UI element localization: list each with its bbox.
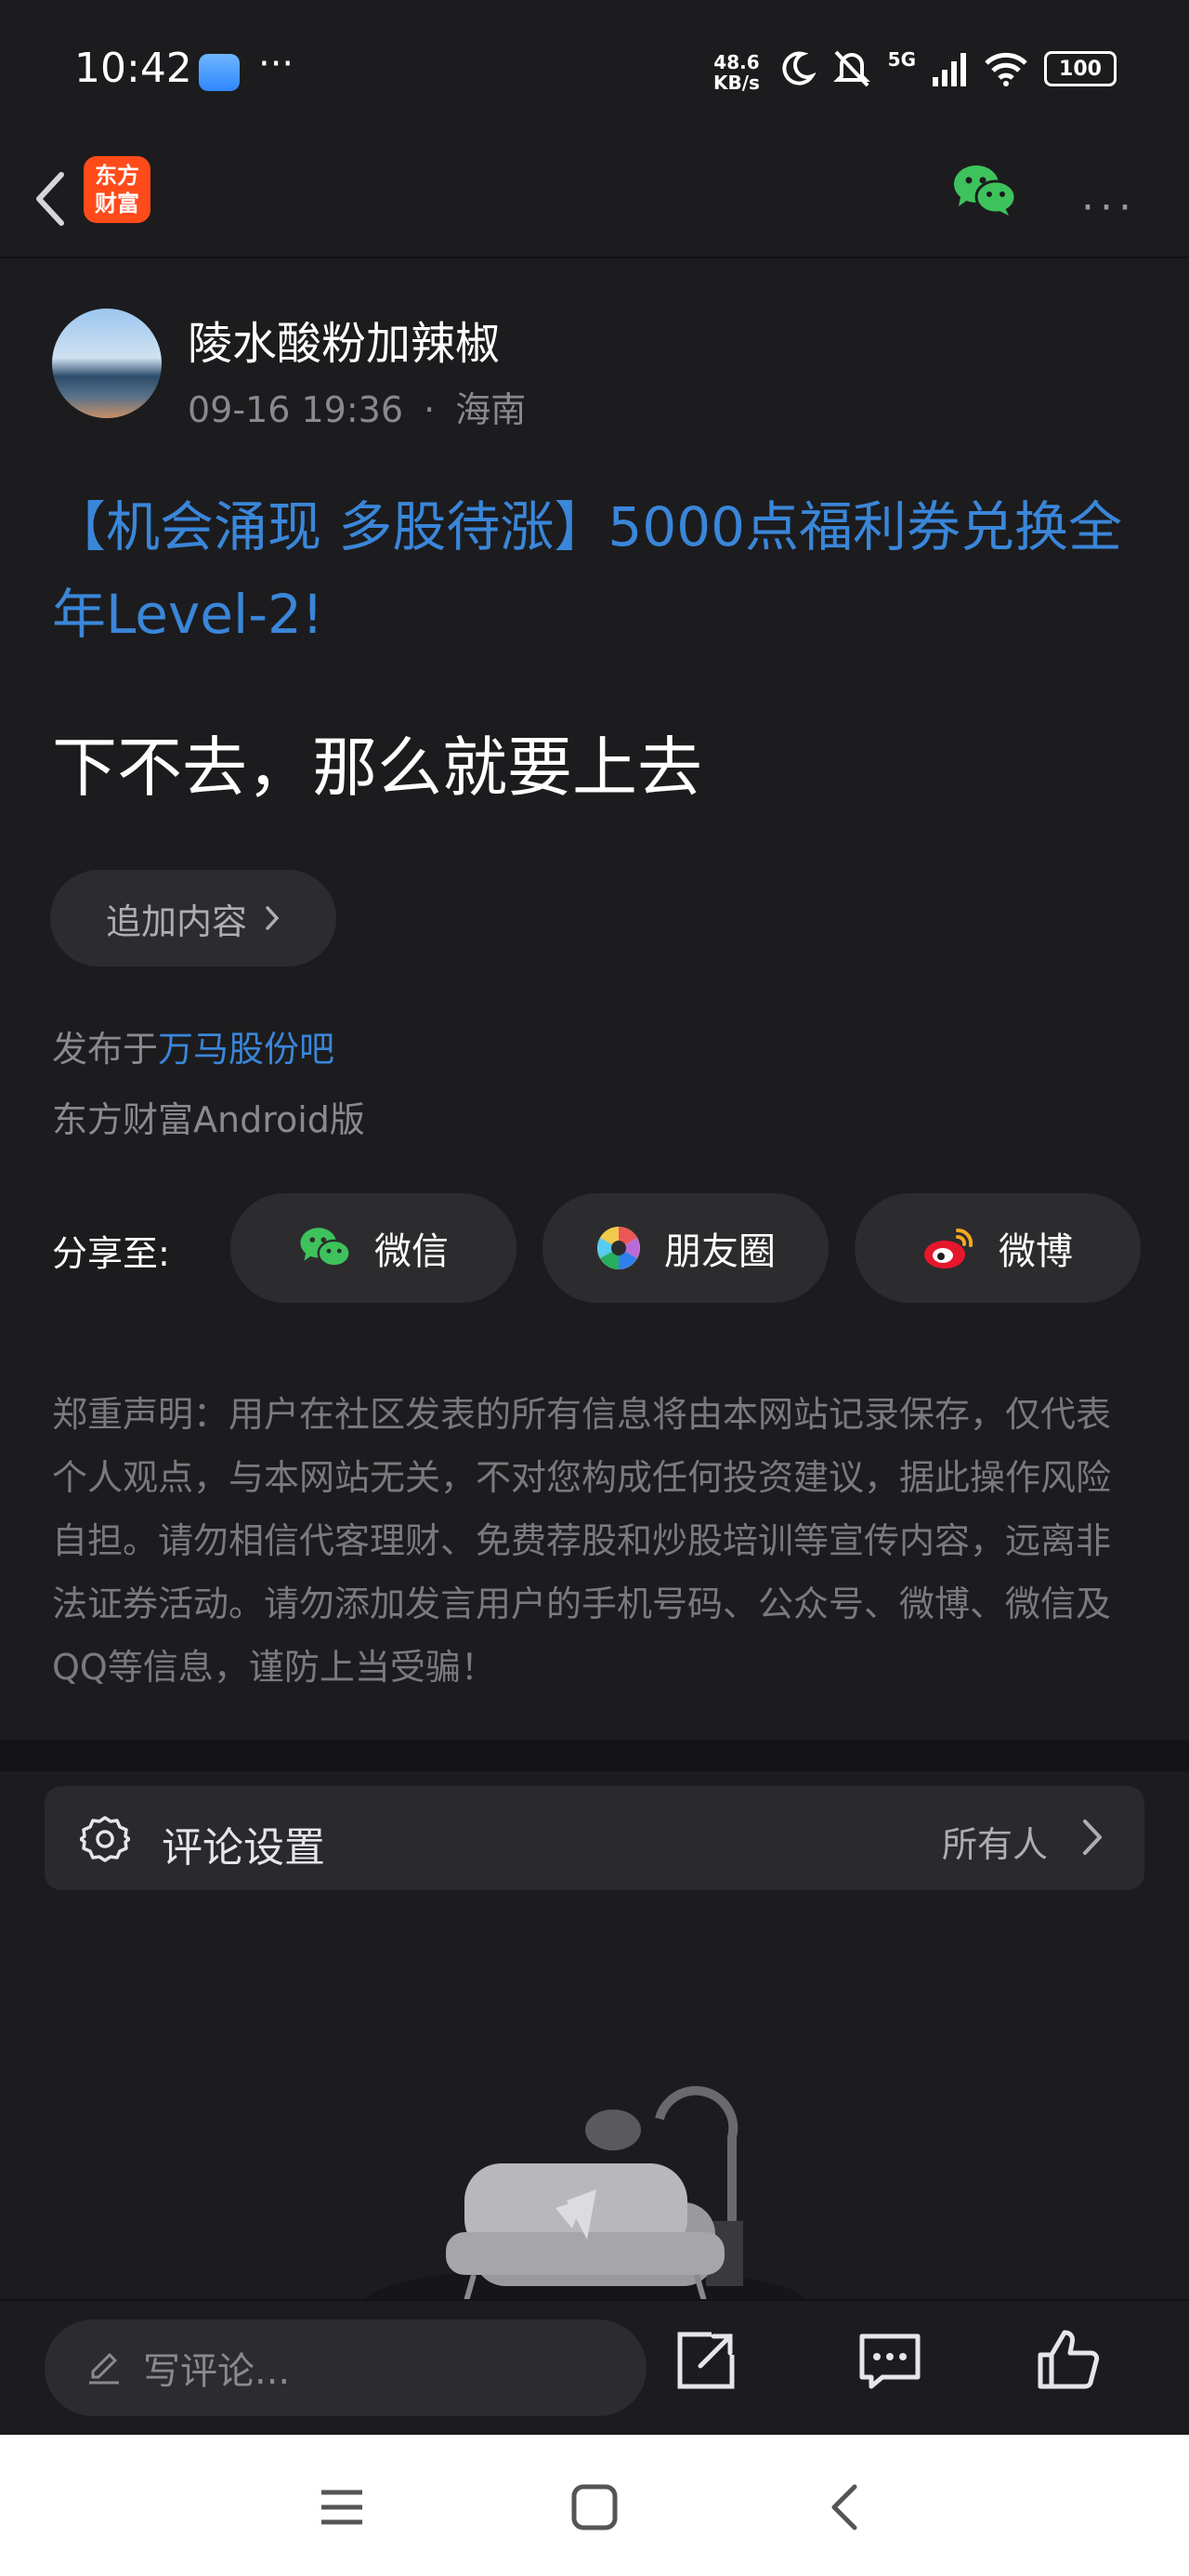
comment-icon[interactable]	[855, 2325, 925, 2396]
share-wechat-label: 微信	[374, 1230, 449, 1273]
bell-muted-icon	[832, 50, 870, 87]
share-weibo-button[interactable]: 微博	[855, 1193, 1141, 1303]
status-bar: 10:42 ··· 48.6 KB/s 5G 100	[0, 0, 1189, 139]
empty-comments-illustration	[362, 2085, 808, 2305]
share-out-icon[interactable]	[671, 2325, 741, 2396]
disclaimer-text: 郑重声明：用户在社区发表的所有信息将由本网站记录保存，仅代表个人观点，与本网站无…	[52, 1394, 1112, 1688]
status-icons: 5G 100	[778, 48, 1117, 89]
signal-icon	[933, 53, 966, 86]
meta-separator: ·	[424, 389, 436, 430]
cloud-icon	[199, 54, 240, 91]
back-arrow-icon[interactable]	[24, 162, 80, 236]
system-nav-bar	[0, 2435, 1189, 2576]
bar-link[interactable]: 万马股份吧	[158, 1029, 334, 1070]
comment-placeholder: 写评论...	[143, 2350, 291, 2393]
published-in: 发布于万马股份吧	[52, 1020, 334, 1071]
chevron-right-icon	[266, 906, 280, 930]
notification-dots-icon: ···	[258, 43, 294, 85]
avatar[interactable]	[52, 309, 162, 418]
comment-settings-row[interactable]: 评论设置 所有人	[45, 1786, 1144, 1890]
battery-icon: 100	[1044, 51, 1117, 86]
append-content-label: 追加内容	[105, 900, 247, 942]
post-body: 下不去，那么就要上去	[52, 729, 702, 806]
chevron-right-icon	[1083, 1820, 1102, 1855]
share-weibo-label: 微博	[999, 1230, 1073, 1273]
post-datetime: 09-16 19:36	[188, 389, 404, 430]
bottom-action-bar: 写评论...	[0, 2299, 1189, 2437]
like-icon[interactable]	[1033, 2325, 1104, 2396]
share-moments-button[interactable]: 朋友圈	[542, 1193, 829, 1303]
section-divider	[0, 1740, 1189, 1771]
home-icon[interactable]	[561, 2474, 628, 2541]
wechat-icon	[300, 1228, 351, 1268]
network-speed-value: 48.6	[713, 51, 760, 73]
post-location: 海南	[455, 389, 527, 430]
share-label: 分享至:	[52, 1233, 170, 1274]
network-speed: 48.6 KB/s	[713, 52, 760, 93]
gear-icon	[80, 1816, 130, 1862]
append-content-button[interactable]: 追加内容	[50, 870, 336, 966]
promo-link[interactable]: 【机会涌现 多股待涨】5000点福利券兑换全年Level-2!	[52, 483, 1139, 658]
app-logo[interactable]: 东方 财富	[84, 156, 150, 223]
moon-icon	[782, 51, 816, 85]
network-speed-unit: KB/s	[713, 72, 760, 94]
share-moments-label: 朋友圈	[664, 1230, 776, 1273]
signal-type: 5G	[887, 48, 916, 71]
share-wechat-button[interactable]: 微信	[230, 1193, 516, 1303]
menu-icon[interactable]	[308, 2474, 375, 2541]
wifi-icon	[985, 52, 1027, 86]
moments-icon	[597, 1227, 640, 1269]
client-info: 东方财富Android版	[52, 1099, 365, 1140]
back-icon[interactable]	[814, 2474, 881, 2541]
author-name[interactable]: 陵水酸粉加辣椒	[188, 307, 500, 372]
weibo-icon	[924, 1228, 973, 1268]
published-prefix: 发布于	[52, 1029, 159, 1070]
comment-settings-label: 评论设置	[162, 1824, 325, 1872]
app-logo-line1: 东方	[95, 163, 139, 189]
pen-icon	[89, 2352, 119, 2385]
more-icon[interactable]: ···	[1081, 184, 1137, 231]
comment-input[interactable]: 写评论...	[45, 2320, 647, 2416]
status-time: 10:42	[74, 45, 192, 92]
wechat-icon[interactable]	[951, 162, 1018, 219]
top-nav-bar: 东方 财富 ···	[0, 139, 1189, 258]
post-meta: 09-16 19:36 · 海南	[188, 381, 526, 432]
comment-settings-value: 所有人	[941, 1824, 1048, 1865]
app-logo-line2: 财富	[95, 191, 139, 217]
